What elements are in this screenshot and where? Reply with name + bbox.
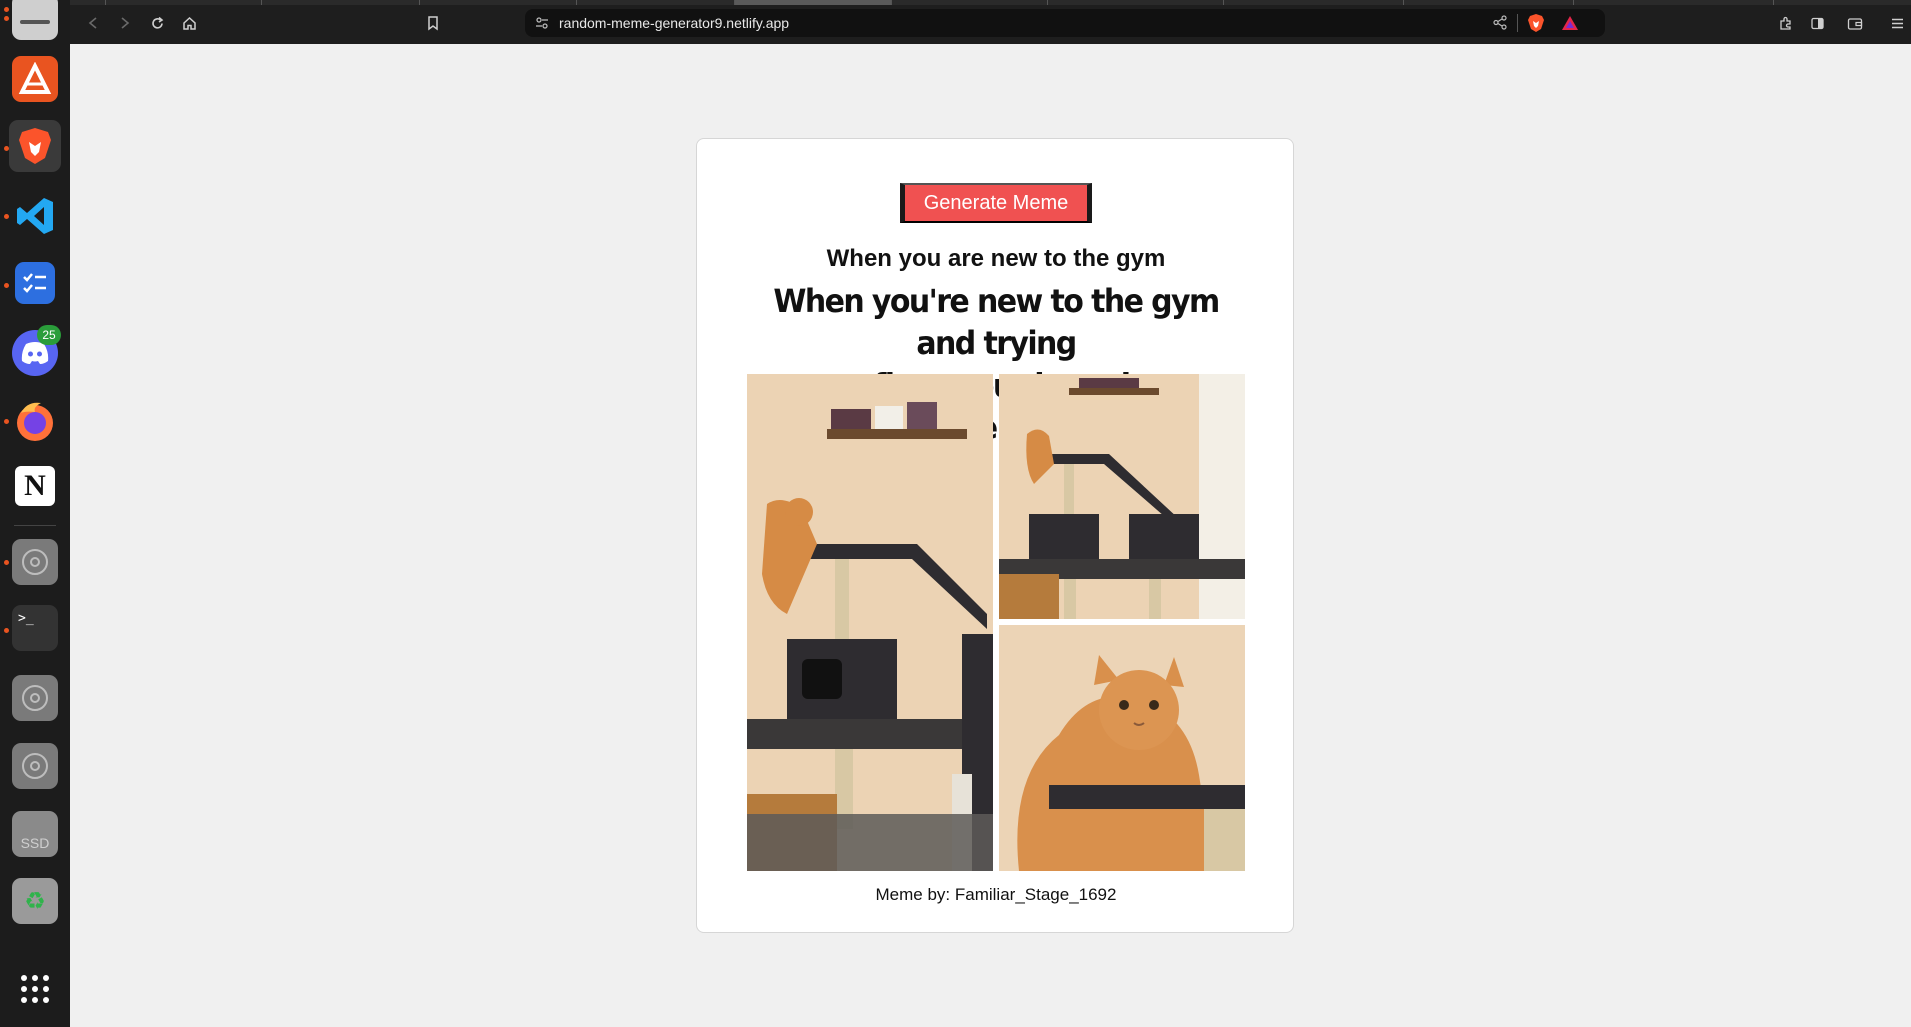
running-indicator [4,560,9,565]
brave-rewards-icon[interactable] [1561,14,1579,37]
site-settings-icon[interactable] [535,16,549,35]
tab-strip[interactable] [70,0,1911,5]
brave-shields-icon[interactable] [1527,13,1545,38]
wallet-icon[interactable] [1844,12,1866,34]
home-button[interactable] [178,12,200,34]
meme-card: Generate Meme When you are new to the gy… [696,138,1294,933]
menu-icon[interactable] [1886,12,1908,34]
app-grid-icon[interactable] [12,966,58,1012]
disc-icon[interactable] [12,539,58,585]
back-button[interactable] [82,12,104,34]
notion-icon[interactable]: N [15,466,55,506]
running-indicator [4,214,9,219]
extensions-icon[interactable] [1774,12,1796,34]
running-indicator [4,628,9,633]
meme-image[interactable]: When you're new to the gym and trying to… [747,283,1245,871]
firefox-icon[interactable] [12,398,58,444]
url-text: random-meme-generator9.netlify.app [559,15,790,31]
disc-icon[interactable] [12,743,58,789]
tasks-icon[interactable] [15,262,55,304]
browser-toolbar: random-meme-generator9.netlify.app [70,0,1911,44]
disc-icon[interactable] [12,675,58,721]
app-center-icon[interactable] [12,56,58,102]
forward-button[interactable] [114,12,136,34]
trash-icon[interactable]: ♻ [12,878,58,924]
files-icon[interactable] [12,0,58,40]
page-content: Generate Meme When you are new to the gy… [70,44,1911,1027]
meme-author: Meme by: Familiar_Stage_1692 [875,885,1117,904]
brave-browser-icon[interactable] [9,120,61,172]
reload-button[interactable] [146,12,168,34]
bookmark-icon[interactable] [422,12,444,34]
vscode-icon[interactable] [12,193,58,239]
ssd-drive-icon[interactable]: SSD [12,811,58,857]
meme-photo-top-right [999,374,1245,619]
share-icon[interactable] [1493,15,1507,35]
sidebar-icon[interactable] [1806,12,1828,34]
running-indicator [4,283,9,288]
terminal-icon[interactable]: >_ [12,605,58,651]
meme-caption-line: When you're new to the gym and trying [773,282,1220,363]
notification-badge: 25 [37,325,61,345]
address-bar[interactable]: random-meme-generator9.netlify.app [525,9,1605,37]
running-indicator [4,16,9,21]
meme-photo-left [747,374,993,871]
ubuntu-dock: 25 N >_ SSD ♻ [0,0,70,1027]
dock-separator [14,525,56,526]
running-indicator [4,419,9,424]
generate-meme-button[interactable]: Generate Meme [900,183,1092,223]
running-indicator [4,7,9,12]
meme-photo-bottom-right [999,625,1245,871]
meme-title: When you are new to the gym [826,245,1166,272]
